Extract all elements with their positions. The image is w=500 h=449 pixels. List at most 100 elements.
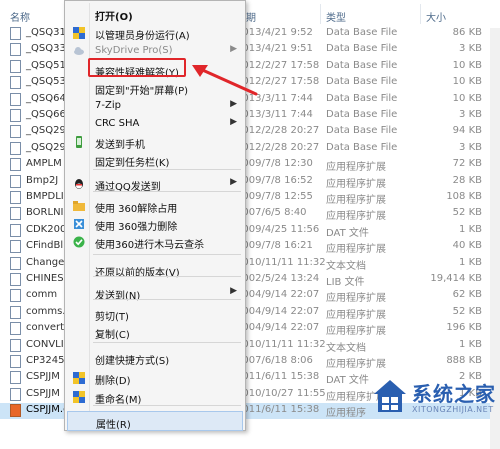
file-icon	[10, 191, 21, 204]
file-icon	[10, 387, 21, 401]
menu-item[interactable]: 使用 360解除占用	[67, 196, 243, 216]
submenu-arrow-icon: ▶	[230, 117, 237, 127]
menu-item[interactable]: 固定到任务栏(K)	[67, 150, 243, 170]
file-date: 2011/6/11 15:38	[236, 404, 320, 416]
menu-item-label: 固定到"开始"屏幕(P)	[95, 86, 189, 97]
column-divider[interactable]	[320, 4, 321, 24]
highlight-box	[88, 58, 186, 77]
file-type: 文本文档	[326, 342, 366, 354]
file-date: 2009/4/25 11:56	[236, 223, 320, 235]
column-divider[interactable]	[420, 4, 421, 24]
phone-icon	[72, 136, 85, 148]
red-arrow-icon	[192, 65, 258, 96]
shield-icon	[72, 27, 85, 39]
file-size: 888 KB	[446, 355, 482, 366]
file-name: _QSQ64	[26, 92, 66, 104]
file-type: LIB 文件	[326, 277, 365, 288]
menu-item-label: 删除(D)	[95, 376, 131, 387]
file-icon	[10, 43, 21, 57]
shield-icon	[72, 372, 85, 384]
menu-item[interactable]: 发送到(N) ▶	[67, 283, 243, 303]
file-name: Bmp2J	[26, 174, 59, 186]
file-name: _QSQ29	[26, 125, 66, 137]
watermark: 系统之家 XITONGZHIJIA.NET	[372, 378, 495, 434]
menu-item[interactable]: 发送到手机	[67, 132, 243, 152]
file-name: _QSQ51	[26, 59, 66, 71]
file-type: 应用程序扩展	[326, 309, 386, 321]
file-date: 2011/6/11 15:38	[236, 371, 320, 383]
file-type: DAT 文件	[326, 227, 369, 239]
menu-item-label: 固定到任务栏(K)	[95, 158, 170, 169]
menu-separator	[93, 254, 241, 255]
file-icon	[10, 109, 21, 122]
file-date: 2009/7/8 16:52	[236, 174, 313, 186]
submenu-arrow-icon: ▶	[230, 99, 237, 109]
menu-item[interactable]: CRC SHA ▶	[67, 114, 243, 134]
watermark-subtitle: XITONGZHIJIA.NET	[412, 405, 494, 414]
file-name: comm	[26, 289, 58, 301]
file-icon	[10, 223, 21, 237]
menu-item[interactable]: 剪切(T)	[67, 304, 243, 324]
menu-item-label: 打开(O)	[95, 12, 133, 23]
file-date: 2013/4/21 9:52	[236, 27, 313, 38]
menu-item[interactable]: 创建快捷方式(S)	[67, 348, 243, 368]
file-type: 应用程序扩展	[326, 293, 386, 305]
menu-item[interactable]: 打开(O)	[67, 4, 243, 24]
file-icon	[10, 174, 21, 188]
file-name: comms.	[26, 305, 66, 317]
file-icon	[10, 76, 21, 90]
file-type: Data Base File	[326, 141, 398, 153]
file-date: 2012/2/28 20:27	[236, 125, 320, 137]
menu-item[interactable]: 以管理员身份运行(A)	[67, 23, 243, 43]
file-size: 19,414 KB	[430, 273, 482, 284]
menu-item[interactable]: 重命名(M)	[67, 387, 243, 407]
file-type: 应用程序扩展	[326, 162, 386, 174]
menu-item[interactable]: 属性(R)	[67, 411, 243, 431]
file-icon	[10, 92, 21, 106]
folder-icon	[72, 200, 85, 212]
menu-item[interactable]: 删除(D)	[67, 368, 243, 388]
menu-item[interactable]: 还原以前的版本(V)	[67, 260, 243, 280]
file-name: _QSQ66	[26, 109, 66, 120]
file-size: 3 KB	[459, 141, 482, 153]
submenu-arrow-icon: ▶	[230, 177, 237, 187]
column-type[interactable]: 类型	[326, 9, 346, 24]
file-icon	[10, 371, 21, 385]
file-icon	[10, 355, 21, 368]
file-size: 10 KB	[452, 76, 482, 88]
file-type: 应用程序扩展	[326, 244, 386, 256]
file-icon	[10, 256, 21, 270]
menu-item[interactable]: 使用 360强力删除	[67, 214, 243, 234]
file-date: 2013/4/21 9:51	[236, 43, 313, 55]
file-type: 应用程序扩展	[326, 195, 386, 206]
menu-item[interactable]: 使用360进行木马云查杀	[67, 232, 243, 252]
shield-360-icon	[72, 236, 85, 248]
column-size[interactable]: 大小	[426, 9, 446, 24]
submenu-arrow-icon: ▶	[230, 286, 237, 296]
file-size: 1 KB	[459, 256, 482, 268]
file-date: 2010/11/11 11:32	[236, 338, 326, 350]
file-name: _QSQ31	[26, 27, 66, 38]
file-type: 应用程序扩展	[326, 211, 386, 223]
menu-item-label: 创建快捷方式(S)	[95, 356, 170, 367]
file-size: 10 KB	[452, 92, 482, 104]
file-icon	[10, 125, 21, 139]
file-type: 应用程序扩展	[326, 326, 386, 338]
menu-item[interactable]: 7-Zip ▶	[67, 96, 243, 116]
file-date: 2012/2/28 20:27	[236, 141, 320, 153]
file-name: AMPLM	[26, 158, 62, 170]
file-type: Data Base File	[326, 43, 398, 55]
file-name: CSPJJM	[26, 387, 60, 399]
menu-separator	[93, 169, 241, 170]
file-name: _QSQ53	[26, 76, 66, 88]
file-size: 3 KB	[459, 109, 482, 120]
file-icon	[10, 141, 21, 155]
file-type: 应用程序扩展	[326, 359, 386, 370]
menu-separator	[93, 276, 241, 277]
file-size: 62 KB	[452, 289, 482, 301]
menu-item[interactable]: 复制(C)	[67, 322, 243, 342]
menu-item-label: 重命名(M)	[95, 395, 142, 406]
file-size: 108 KB	[446, 191, 482, 202]
file-icon	[10, 289, 21, 303]
column-name[interactable]: 名称	[10, 9, 30, 24]
